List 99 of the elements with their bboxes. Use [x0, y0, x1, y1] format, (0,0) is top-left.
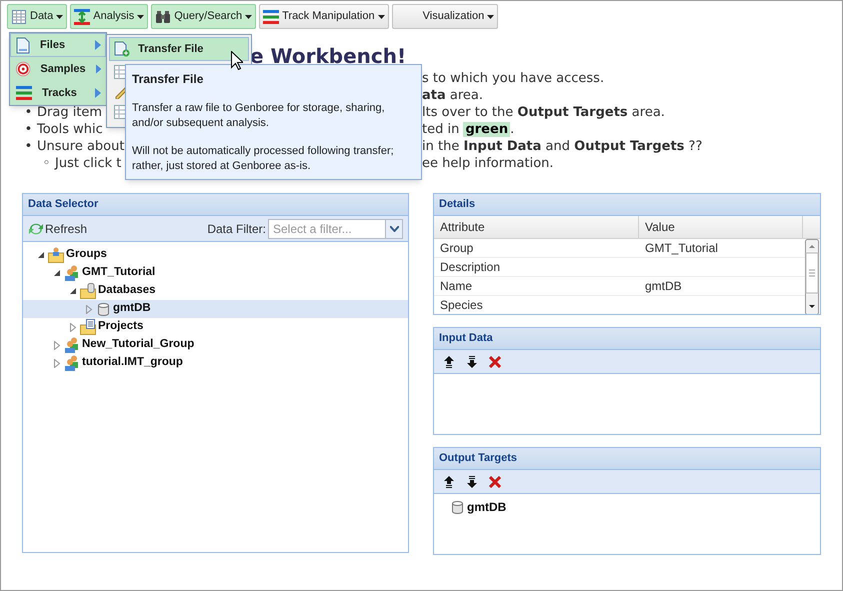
- caret-icon: [378, 14, 385, 18]
- menu-item[interactable]: Transfer File: [109, 37, 249, 61]
- submenu-arrow-icon: [95, 40, 101, 50]
- tooltip-title: Transfer File: [132, 71, 204, 88]
- file-add-icon: [114, 41, 130, 57]
- tree-item[interactable]: Databases: [23, 282, 408, 300]
- filter-label: Data Filter:: [207, 220, 266, 238]
- expanded-triangle-icon: [37, 251, 45, 259]
- move-up-button[interactable]: [442, 474, 456, 488]
- table-cell-text: Species: [439, 297, 484, 314]
- menu-button[interactable]: Query/Search: [151, 4, 256, 29]
- bullet-marker: •: [24, 138, 34, 155]
- panel-title: Output Targets: [434, 448, 820, 470]
- analysis-icon: [74, 8, 90, 24]
- cursor-icon: [231, 51, 243, 70]
- text-fragment: Drag item: [37, 104, 102, 121]
- expanded-triangle-icon: [69, 287, 77, 295]
- pencil-icon: [114, 85, 128, 99]
- tooltip-text: Will not be automatically processed following transfer; rather, just stored at Genboree as-is.: [132, 144, 395, 174]
- table-cell-text: gmtDB: [644, 278, 683, 295]
- text-fragment: lts over to the Output Targets area.: [422, 104, 665, 121]
- up-arrow-icon: [444, 476, 454, 488]
- group-icon: [64, 265, 80, 281]
- folder-icon: [80, 319, 96, 335]
- table-cell-text: GMT_Tutorial: [644, 240, 719, 257]
- text-fragment: Unsure about: [37, 138, 124, 155]
- move-down-button[interactable]: [465, 474, 479, 488]
- tracks-icon: [263, 10, 280, 24]
- tree-item[interactable]: Groups: [23, 246, 408, 264]
- folder-icon: [48, 247, 64, 263]
- menu-button[interactable]: Data: [7, 4, 68, 29]
- menu-item[interactable]: Samples: [10, 57, 106, 81]
- filter-combobox[interactable]: Select a filter...: [268, 218, 403, 238]
- tree-label: New_Tutorial_Group: [82, 337, 194, 352]
- filter-input[interactable]: Select a filter...: [269, 220, 385, 238]
- table-cell-text: Group: [439, 240, 474, 257]
- text-fragment: Just click t: [55, 155, 122, 172]
- text-fragment: s to which you have access.: [422, 70, 604, 87]
- table-cell-text: Description: [439, 259, 502, 276]
- tree-item[interactable]: gmtDB: [23, 300, 408, 318]
- menu-button[interactable]: Track Manipulation: [259, 4, 389, 29]
- move-up-button[interactable]: [442, 354, 456, 368]
- refresh-icon: [28, 222, 44, 236]
- bullet-marker: •: [24, 121, 34, 138]
- tracks-icon: [16, 86, 32, 100]
- menu-button[interactable]: Visualization: [392, 4, 498, 29]
- database-icon: [98, 302, 109, 316]
- folder-icon: [80, 283, 96, 299]
- tree-label: Databases: [98, 283, 156, 298]
- remove-button[interactable]: [488, 354, 502, 368]
- column-header[interactable]: Value: [639, 216, 803, 238]
- caret-icon: [245, 14, 252, 18]
- menu-item[interactable]: Files: [10, 33, 106, 57]
- close-icon: [489, 356, 501, 368]
- panel-title: Input Data: [434, 328, 820, 350]
- tree-item[interactable]: tutorial.IMT_group: [23, 354, 408, 372]
- down-arrow-icon: [467, 356, 477, 368]
- text-fragment: ee help information.: [422, 155, 554, 172]
- refresh-button[interactable]: Refresh: [28, 220, 88, 238]
- caret-icon: [137, 14, 144, 18]
- submenu-arrow-icon: [96, 64, 101, 74]
- tree-label: Groups: [66, 247, 107, 262]
- down-arrow-icon: [467, 476, 477, 488]
- move-down-button[interactable]: [465, 354, 479, 368]
- tree-label: tutorial.IMT_group: [82, 355, 183, 370]
- tooltip-text: Transfer a raw file to Genboree for storage, sharing, and/or subsequent analysis.: [132, 101, 386, 131]
- expanded-triangle-icon: [53, 269, 61, 277]
- target-item[interactable]: gmtDB: [452, 499, 820, 515]
- menu-item[interactable]: Tracks: [10, 81, 106, 105]
- bullet-marker: ◦: [42, 155, 52, 172]
- menu-button[interactable]: Analysis: [70, 4, 148, 29]
- tree-item[interactable]: Projects: [23, 318, 408, 336]
- database-icon: [452, 500, 463, 514]
- text-fragment: ata area.: [422, 87, 484, 104]
- group-icon: [64, 337, 80, 353]
- bullet-marker: •: [24, 104, 34, 121]
- panel-title: Details: [434, 194, 820, 216]
- remove-button[interactable]: [488, 474, 502, 488]
- table-cell-text: Name: [439, 278, 474, 295]
- text-fragment: Tools whic: [37, 121, 103, 138]
- tree-item[interactable]: GMT_Tutorial: [23, 264, 408, 282]
- file-icon: [16, 36, 30, 54]
- column-header[interactable]: Attribute: [434, 216, 639, 238]
- table-icon: [11, 8, 27, 24]
- binoculars-icon: [155, 10, 172, 24]
- tree-label: GMT_Tutorial: [82, 265, 156, 280]
- close-icon: [489, 476, 501, 488]
- caret-icon: [56, 14, 64, 18]
- chevron-down-icon: [390, 226, 398, 232]
- tree-item[interactable]: New_Tutorial_Group: [23, 336, 408, 354]
- submenu-arrow-icon: [95, 88, 101, 98]
- text-fragment: ted in green.: [422, 121, 514, 138]
- group-icon: [64, 355, 80, 371]
- panel-title: Data Selector: [23, 194, 408, 216]
- up-arrow-icon: [444, 356, 454, 368]
- tree-label: Projects: [98, 319, 144, 334]
- text-fragment: in the Input Data and Output Targets ??: [422, 138, 702, 155]
- caret-icon: [487, 14, 494, 18]
- tree-label: gmtDB: [113, 301, 151, 316]
